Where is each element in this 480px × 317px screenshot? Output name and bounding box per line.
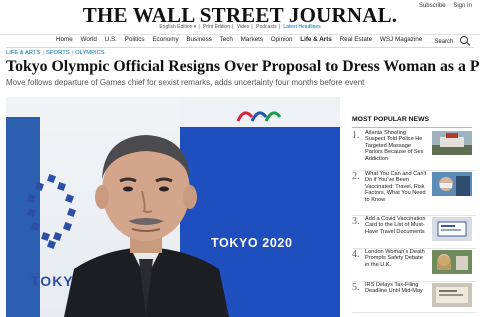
item-number: 3. (352, 216, 360, 227)
item-thumbnail[interactable] (432, 172, 472, 196)
item-thumbnail[interactable] (432, 283, 472, 307)
paralympic-agitos-logo (236, 111, 282, 122)
item-number: 5. (352, 282, 360, 293)
list-item[interactable]: 2. What You Can and Can't Do if You've B… (352, 171, 476, 216)
edition-bar: English Edition ▾ | Print Edition | Video |… (159, 24, 321, 30)
breadcrumb-sports[interactable]: SPORTS (46, 50, 70, 56)
item-headline[interactable]: Atlanta Shooting Suspect Told Police He … (365, 130, 427, 162)
portrait-figure (64, 135, 229, 317)
article-dek: Move follows departure of Games chief fo… (6, 78, 365, 87)
most-popular-heading: MOST POPULAR NEWS (352, 116, 430, 123)
list-item[interactable]: 3. Add a Covid Vaccination Card to the L… (352, 216, 476, 249)
most-popular-list: 1. Atlanta Shooting Suspect Told Police … (352, 130, 476, 313)
nav-item-politics[interactable]: Politics (125, 36, 145, 43)
nav-item-opinion[interactable]: Opinion (271, 36, 293, 43)
item-number: 1. (352, 130, 360, 141)
article-photo[interactable]: TOKYO 2020 TOKY (6, 97, 340, 317)
list-item[interactable]: 4. London Woman's Death Prompts Safety D… (352, 249, 476, 282)
list-item[interactable]: 5. IRS Delays Tax-Filing Deadline Until … (352, 282, 476, 313)
section-nav: Home World U.S. Politics Economy Busines… (0, 35, 480, 47)
item-thumbnail[interactable] (432, 217, 472, 241)
nav-item-life-arts[interactable]: Life & Arts (300, 36, 332, 43)
breadcrumb-life-arts[interactable]: LIFE & ARTS (6, 50, 40, 56)
nav-item-world[interactable]: World (81, 36, 97, 43)
item-headline[interactable]: Add a Covid Vaccination Card to the List… (365, 216, 427, 235)
nav-item-real-estate[interactable]: Real Estate (340, 36, 373, 43)
breadcrumb: LIFE & ARTS | SPORTS | OLYMPICS (6, 50, 105, 56)
item-thumbnail[interactable] (432, 250, 472, 274)
list-item[interactable]: 1. Atlanta Shooting Suspect Told Police … (352, 130, 476, 171)
item-headline[interactable]: London Woman's Death Prompts Safety Deba… (365, 249, 427, 268)
nav-items: Home World U.S. Politics Economy Busines… (56, 36, 428, 43)
nav-item-markets[interactable]: Markets (241, 36, 263, 43)
item-headline[interactable]: What You Can and Can't Do if You've Been… (365, 171, 427, 203)
most-popular-divider (352, 127, 472, 128)
subscribe-link[interactable]: Subscribe (419, 3, 446, 9)
nav-item-economy[interactable]: Economy (152, 36, 178, 43)
video-link[interactable]: Video (237, 24, 250, 30)
nav-item-tech[interactable]: Tech (220, 36, 233, 43)
item-headline[interactable]: IRS Delays Tax-Filing Deadline Until Mid… (365, 282, 427, 295)
print-edition-link[interactable]: Print Edition (203, 24, 230, 30)
search-label: Search (434, 39, 454, 45)
item-number: 2. (352, 171, 360, 182)
nav-divider (6, 47, 474, 48)
search-icon (460, 36, 468, 44)
latest-headlines-link[interactable]: Latest Headlines (283, 24, 320, 30)
podcasts-link[interactable]: Podcasts (256, 24, 277, 30)
item-thumbnail[interactable] (432, 131, 472, 155)
item-number: 4. (352, 249, 360, 260)
search-button[interactable]: Search (434, 35, 468, 45)
article-headline: Tokyo Olympic Official Resigns Over Prop… (6, 58, 480, 75)
top-bar: THE WALL STREET JOURNAL. Subscribe Sign … (0, 0, 480, 35)
nav-item-business[interactable]: Business (186, 36, 212, 43)
account-links: Subscribe Sign In (413, 3, 472, 9)
signin-link[interactable]: Sign In (453, 3, 472, 9)
breadcrumb-olympics[interactable]: OLYMPICS (75, 50, 105, 56)
nav-item-wsj-magazine[interactable]: WSJ Magazine (380, 36, 422, 43)
edition-selector[interactable]: English Edition ▾ (159, 24, 196, 30)
nav-item-home[interactable]: Home (56, 36, 73, 43)
nav-item-us[interactable]: U.S. (105, 36, 117, 43)
